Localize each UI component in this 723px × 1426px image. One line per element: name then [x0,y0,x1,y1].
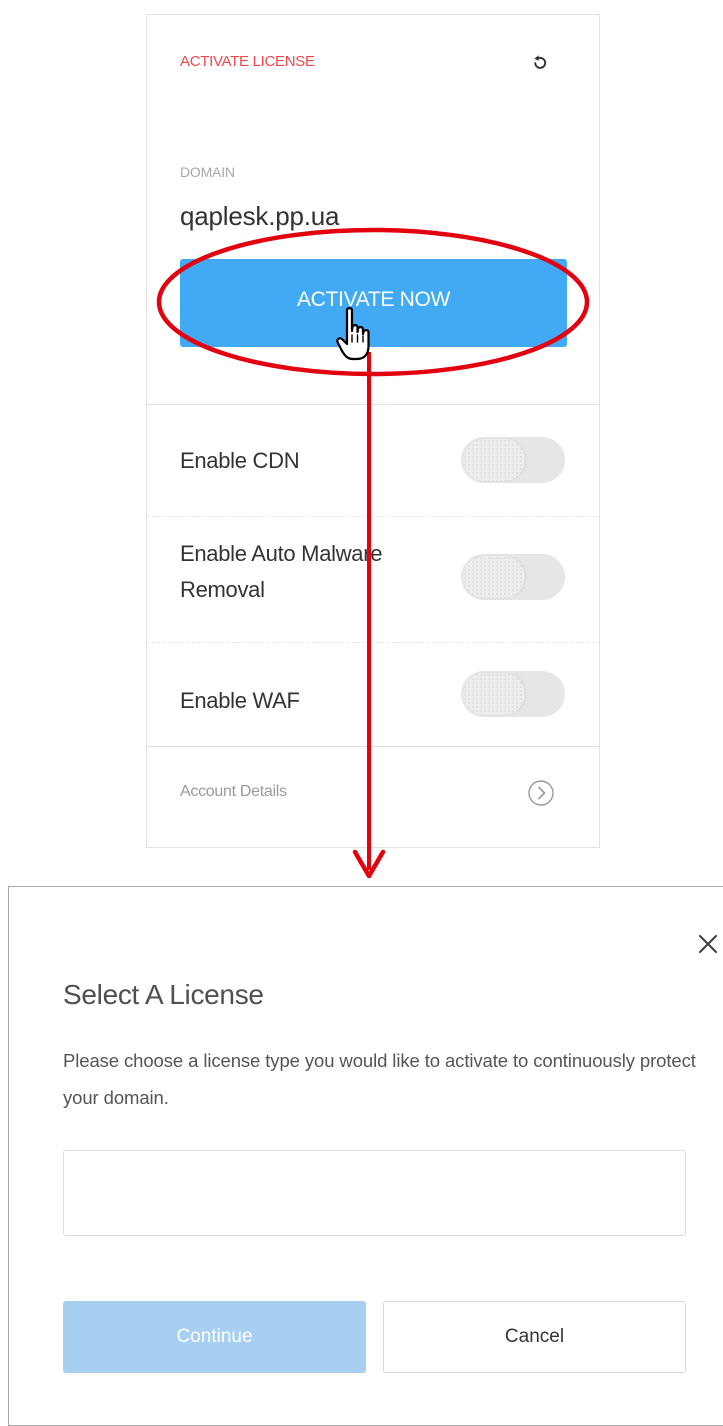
select-license-dialog: Select A License Please choose a license… [8,886,723,1426]
chevron-right-circle-icon [528,780,554,806]
close-icon[interactable] [695,931,721,957]
option-row-malware: Enable Auto Malware Removal [147,517,599,641]
option-label-cdn: Enable CDN [180,448,300,473]
continue-button[interactable]: Continue [63,1301,366,1373]
toggle-malware-removal[interactable] [461,554,565,600]
dialog-title: Select A License [63,979,264,1010]
domain-value: qaplesk.pp.ua [180,201,340,231]
domain-label: DOMAIN [180,164,235,180]
option-row-cdn: Enable CDN [147,405,599,515]
dialog-description: Please choose a license type you would l… [63,1050,696,1108]
toggle-knob [463,673,525,715]
hand-cursor-icon [336,307,370,361]
toggle-knob [463,556,525,598]
option-label-malware: Enable Auto Malware Removal [180,541,383,602]
toggle-knob [463,439,525,481]
refresh-icon[interactable] [529,51,551,73]
account-details-label: Account Details [180,783,287,800]
toggle-waf[interactable] [461,671,565,717]
activate-license-card: ACTIVATE LICENSE DOMAIN qaplesk.pp.ua AC… [146,14,600,848]
cancel-button[interactable]: Cancel [383,1301,686,1373]
license-type-select[interactable] [63,1150,686,1236]
option-label-waf: Enable WAF [180,688,300,713]
toggle-cdn[interactable] [461,437,565,483]
option-row-waf: Enable WAF [147,643,599,746]
annotation-arrowhead [352,849,386,879]
card-header: ACTIVATE LICENSE [180,53,569,83]
account-details-link[interactable]: Account Details [147,747,599,847]
card-title: ACTIVATE LICENSE [180,53,315,70]
